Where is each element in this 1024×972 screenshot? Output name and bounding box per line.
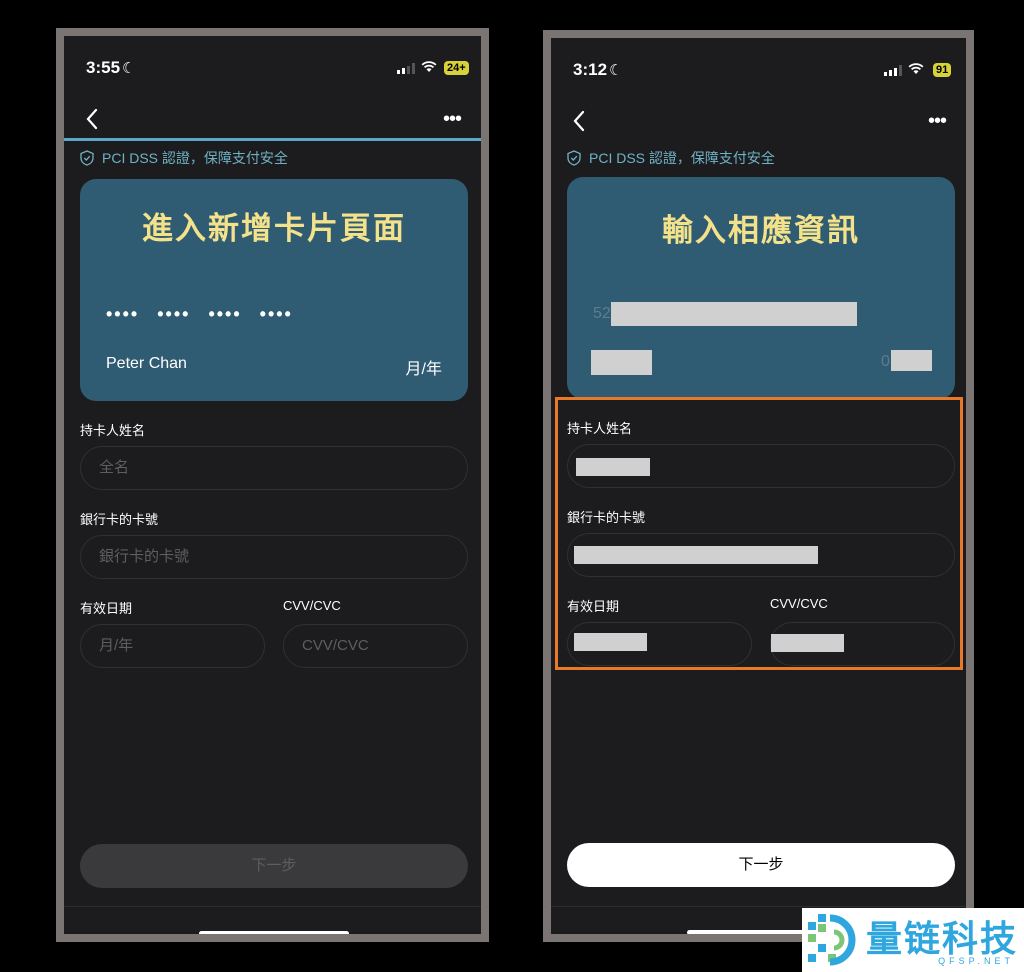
nav-bar: ••• xyxy=(64,98,481,142)
card-number-group: •••• xyxy=(106,304,140,324)
watermark-url: QFSP.NET xyxy=(938,956,1014,966)
card-expiry-prefix: 0 xyxy=(881,353,890,370)
signal-icon xyxy=(397,63,415,74)
card-preview-holder: Peter Chan xyxy=(106,355,187,372)
card-number-group: •••• xyxy=(157,304,191,324)
redacted-card-holder xyxy=(591,350,652,375)
moon-icon: ☾ xyxy=(609,62,623,79)
logo-mark-icon xyxy=(808,914,856,966)
card-preview: 輸入相應資訊 52 0 xyxy=(567,177,955,399)
bottom-divider xyxy=(64,906,481,907)
expiry-input[interactable]: 月/年 xyxy=(80,624,265,668)
security-notice-text: PCI DSS 認證，保障支付安全 xyxy=(589,150,775,166)
shield-check-icon xyxy=(567,150,581,166)
card-preview-title: 進入新增卡片頁面 xyxy=(142,211,406,246)
shield-check-icon xyxy=(80,150,94,166)
cvv-input[interactable]: CVV/CVC xyxy=(283,624,468,668)
phone-screenshot-add-card: 3:55 ☾ 24+ ••• PCI DSS 認證，保障支付安全 進入新增卡片頁面… xyxy=(56,28,489,942)
next-button[interactable]: 下一步 xyxy=(80,844,468,888)
card-preview-number: •••• •••• •••• •••• xyxy=(106,304,311,325)
battery-indicator: 24+ xyxy=(444,61,469,75)
card-number-label: 銀行卡的卡號 xyxy=(80,512,159,527)
status-time: 3:12 ☾ xyxy=(573,60,623,79)
next-button[interactable]: 下一步 xyxy=(567,843,955,887)
back-chevron-icon[interactable] xyxy=(82,106,104,132)
more-options-icon[interactable]: ••• xyxy=(443,109,462,129)
moon-icon: ☾ xyxy=(122,60,136,77)
security-notice-text: PCI DSS 認證，保障支付安全 xyxy=(102,150,288,166)
card-preview-expiry: 月/年 xyxy=(405,361,442,378)
redacted-card-number xyxy=(611,302,857,326)
card-preview: 進入新增卡片頁面 •••• •••• •••• •••• Peter Chan 月/年 xyxy=(80,179,468,401)
status-bar: 3:12 ☾ 91 xyxy=(551,38,966,98)
holder-label: 持卡人姓名 xyxy=(80,423,146,438)
card-number-group: •••• xyxy=(259,304,293,324)
cvv-label: CVV/CVC xyxy=(283,598,341,613)
status-bar: 3:55 ☾ 24+ xyxy=(64,36,481,96)
back-chevron-icon[interactable] xyxy=(569,108,591,134)
card-number-group: •••• xyxy=(208,304,242,324)
status-time: 3:55 ☾ xyxy=(86,58,136,77)
watermark-name: 量链科技 xyxy=(866,918,1019,960)
wifi-icon xyxy=(421,61,437,72)
home-indicator xyxy=(199,931,349,934)
redacted-card-expiry xyxy=(891,350,932,371)
card-number-input[interactable]: 銀行卡的卡號 xyxy=(80,535,468,579)
security-notice: PCI DSS 認證，保障支付安全 xyxy=(567,148,775,168)
nav-bar: ••• xyxy=(551,100,966,144)
card-preview-title: 輸入相應資訊 xyxy=(662,213,860,248)
security-notice: PCI DSS 認證，保障支付安全 xyxy=(80,148,288,168)
progress-line xyxy=(64,138,481,141)
expiry-label: 有效日期 xyxy=(80,601,133,616)
bottom-divider xyxy=(551,906,966,907)
more-options-icon[interactable]: ••• xyxy=(928,111,947,131)
card-number-prefix: 52 xyxy=(593,305,611,322)
wifi-icon xyxy=(908,63,924,74)
holder-name-input[interactable]: 全名 xyxy=(80,446,468,490)
form-highlight-box xyxy=(555,397,963,670)
watermark-logo: 量链科技 QFSP.NET xyxy=(802,908,1024,972)
signal-icon xyxy=(884,65,902,76)
battery-indicator: 91 xyxy=(933,63,952,77)
